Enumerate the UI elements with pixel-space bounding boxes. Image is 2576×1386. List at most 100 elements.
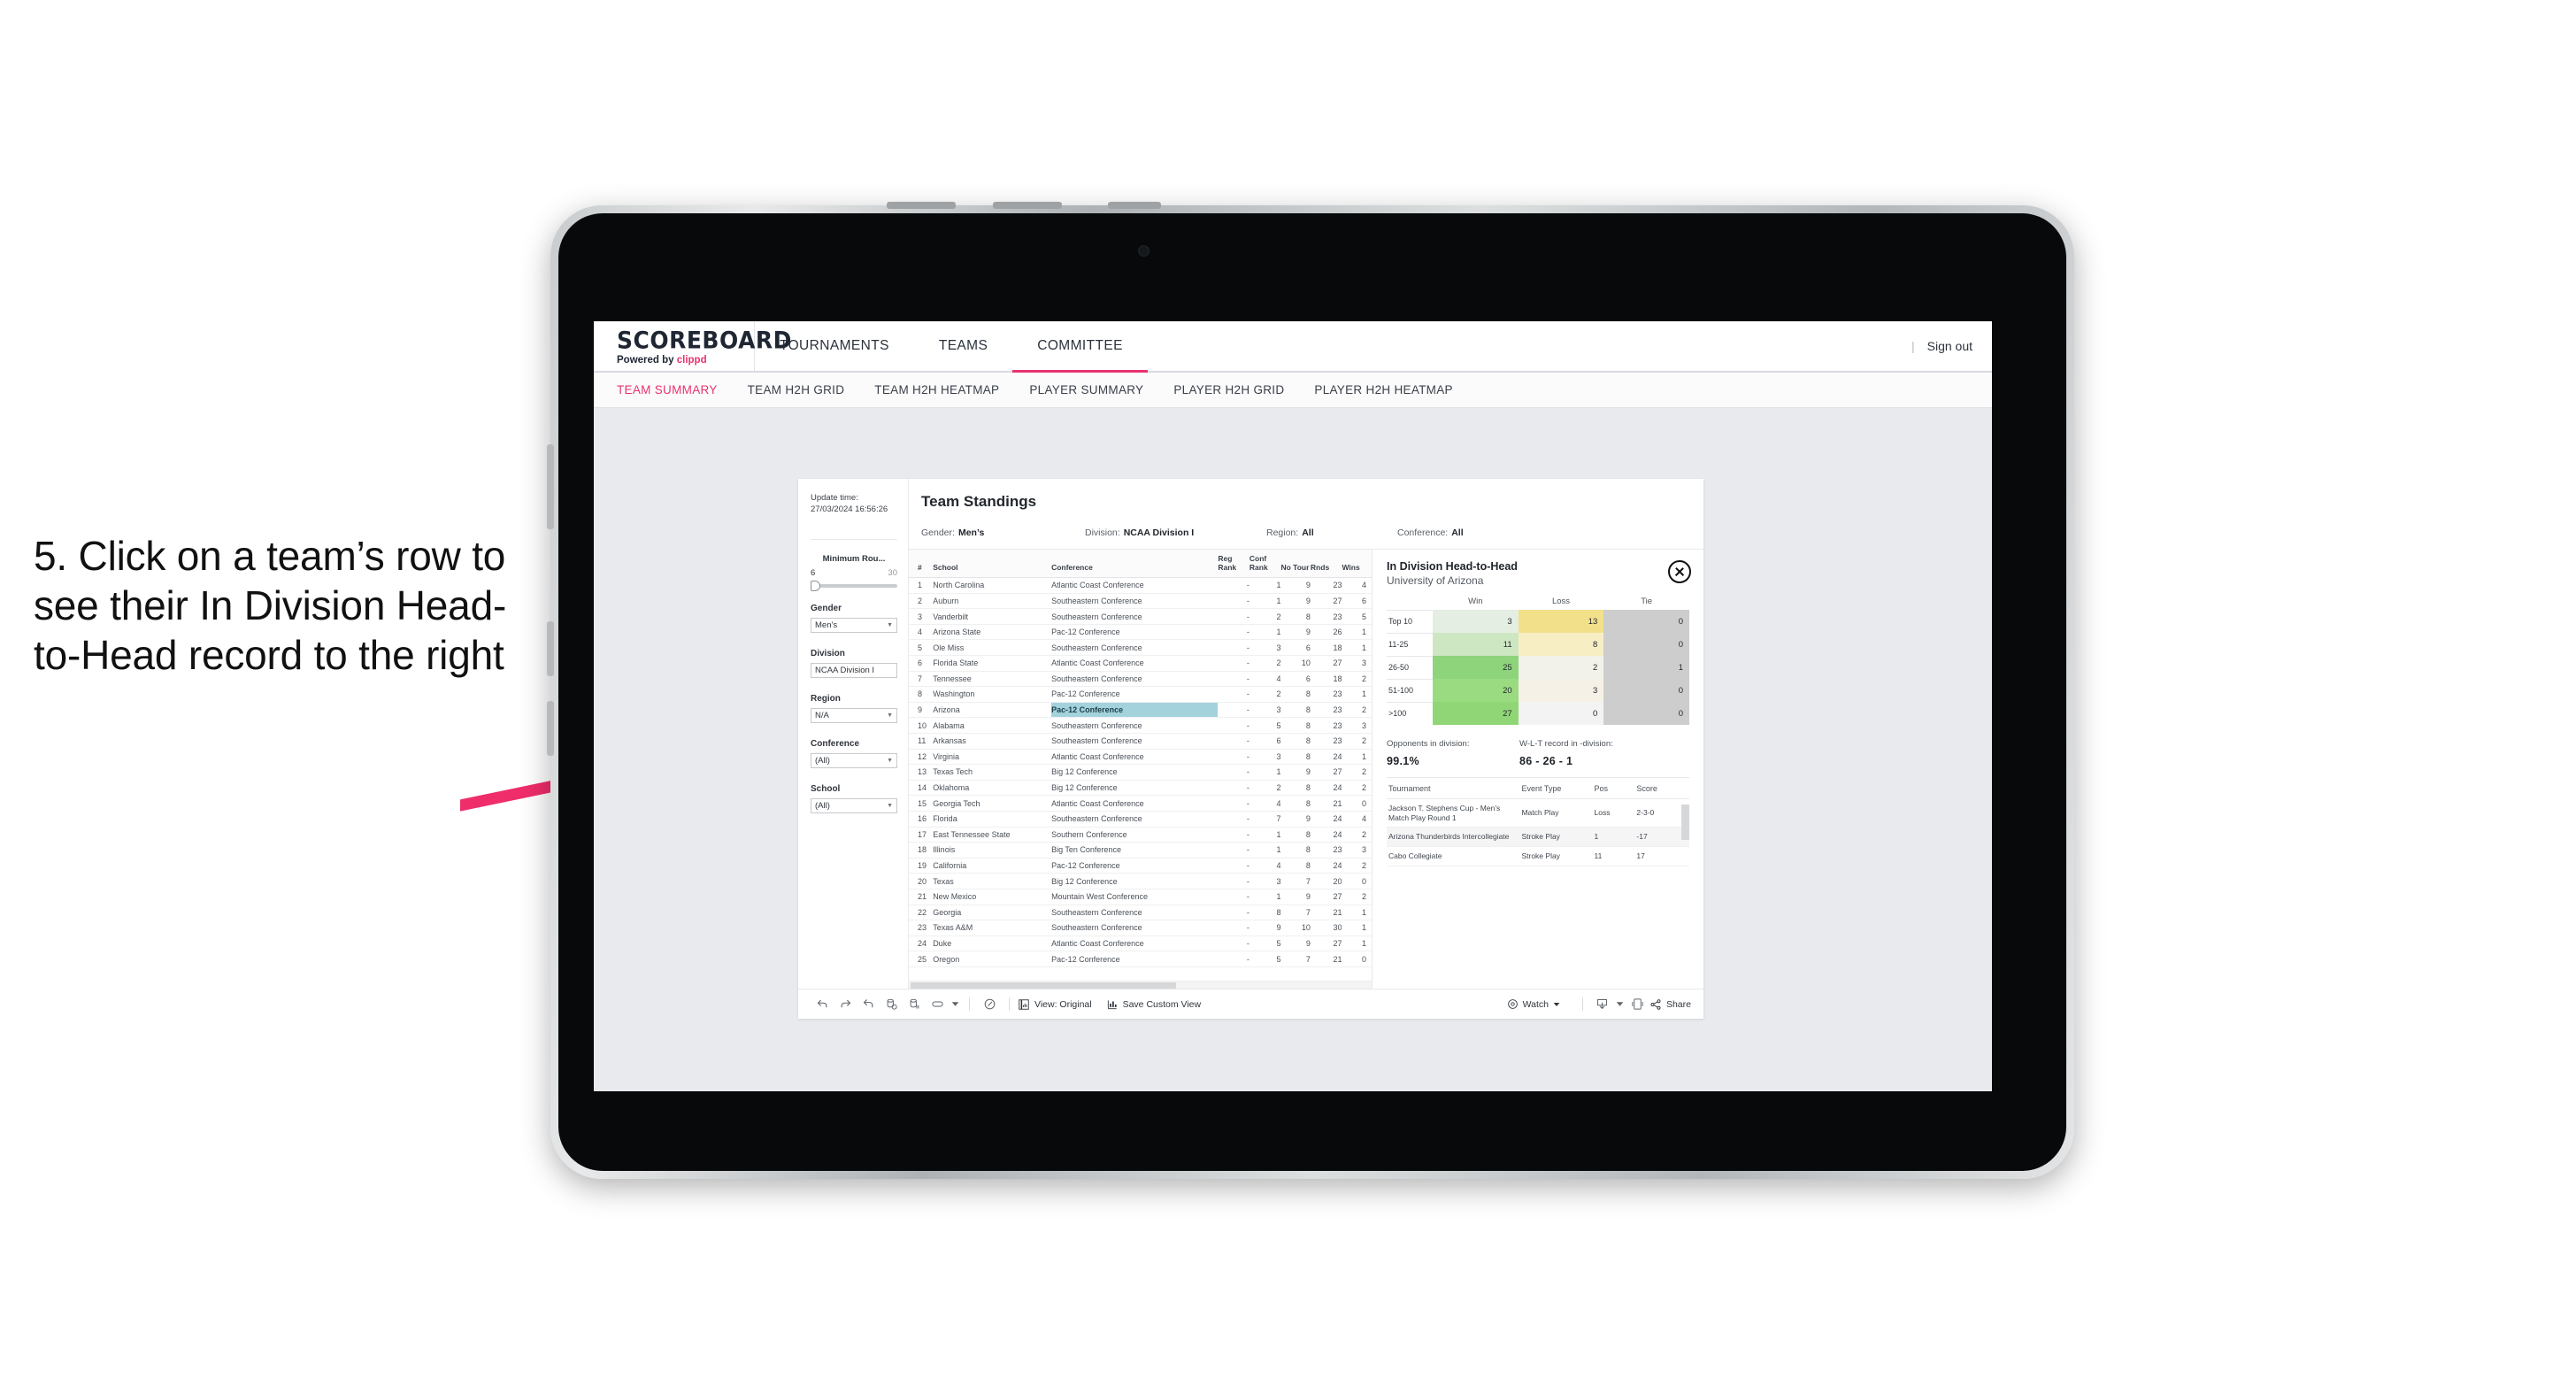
table-row[interactable]: 3 Vanderbilt Southeastern Conference -2 8 23 5: [909, 608, 1372, 625]
table-row[interactable]: 13 Texas Tech Big 12 Conference -1 9 27 2: [909, 764, 1372, 781]
table-row[interactable]: 20 Texas Big 12 Conference -3 7 20 0: [909, 873, 1372, 889]
list-item[interactable]: Cabo Collegiate Stroke Play 11 17: [1387, 846, 1689, 866]
share-button[interactable]: Share: [1649, 998, 1691, 1011]
col-school[interactable]: School: [933, 550, 1052, 579]
nav-tournaments[interactable]: TOURNAMENTS: [755, 321, 914, 371]
h2h-win-cell[interactable]: 27: [1433, 702, 1519, 725]
h2h-win-cell[interactable]: 3: [1433, 610, 1519, 633]
table-row[interactable]: 5 Ole Miss Southeastern Conference -3 6 18 1: [909, 639, 1372, 656]
h2h-loss-cell[interactable]: 3: [1518, 679, 1604, 702]
h2h-tie-cell[interactable]: 1: [1603, 656, 1689, 679]
horizontal-scrollbar[interactable]: [909, 981, 1372, 989]
h2h-win-cell[interactable]: 11: [1433, 633, 1519, 656]
slider-handle[interactable]: [811, 580, 820, 591]
col-rnds[interactable]: Rnds: [1310, 550, 1342, 579]
table-row[interactable]: 23 Texas A&M Southeastern Conference -9 10 30…: [909, 920, 1372, 936]
col-conf-rank[interactable]: Conf Rank: [1249, 550, 1281, 579]
refresh-data-icon[interactable]: [880, 993, 903, 1016]
h2h-loss-cell[interactable]: 0: [1518, 702, 1604, 725]
table-row[interactable]: 15 Georgia Tech Atlantic Coast Conference -…: [909, 795, 1372, 812]
h2h-loss-cell[interactable]: 13: [1518, 610, 1604, 633]
tab-team-h2h-heatmap[interactable]: TEAM H2H HEATMAP: [874, 383, 999, 397]
table-row[interactable]: 16 Florida Southeastern Conference -7 9 24 4: [909, 811, 1372, 828]
sign-out-link[interactable]: Sign out: [1927, 339, 1972, 353]
download-icon[interactable]: [1591, 993, 1614, 1016]
page-title: Team Standings: [921, 493, 1037, 510]
view-original-button[interactable]: View: Original: [1018, 998, 1092, 1011]
table-row[interactable]: 10 Alabama Southeastern Conference -5 8 23 3: [909, 717, 1372, 734]
school-select[interactable]: (All) ▼: [811, 797, 897, 813]
minimum-rounds-slider[interactable]: [811, 580, 897, 591]
col-conference[interactable]: Conference: [1051, 550, 1219, 579]
col-rank[interactable]: #: [909, 550, 934, 579]
standings-scroll-area[interactable]: # School Conference Reg Rank Conf Rank N…: [909, 550, 1372, 981]
table-row[interactable]: 8 Washington Pac-12 Conference -2 8 23 1: [909, 686, 1372, 703]
redo-icon[interactable]: [834, 993, 857, 1016]
meta-division: Division: NCAA Division I: [1085, 527, 1266, 538]
tab-player-h2h-heatmap[interactable]: PLAYER H2H HEATMAP: [1314, 383, 1452, 397]
tab-player-summary[interactable]: PLAYER SUMMARY: [1029, 383, 1143, 397]
table-row[interactable]: 6 Florida State Atlantic Coast Conference -…: [909, 655, 1372, 672]
table-row[interactable]: 22 Georgia Southeastern Conference -8 7 21 1: [909, 905, 1372, 921]
no-tour-cell: 9: [1280, 577, 1311, 594]
zoom-select-icon[interactable]: [926, 993, 949, 1016]
h2h-loss-cell[interactable]: 2: [1518, 656, 1604, 679]
device-layout-icon[interactable]: [1626, 993, 1649, 1016]
table-row[interactable]: 25 Oregon Pac-12 Conference -5 7 21 0: [909, 951, 1372, 967]
table-row[interactable]: 21 New Mexico Mountain West Conference -1 9 2…: [909, 889, 1372, 905]
nav-committee[interactable]: COMMITTEE: [1012, 321, 1148, 373]
table-row[interactable]: 24 Duke Atlantic Coast Conference -5 9 27 1: [909, 936, 1372, 952]
tab-team-h2h-grid[interactable]: TEAM H2H GRID: [748, 383, 845, 397]
table-row[interactable]: 17 East Tennessee State Southern Conferenc…: [909, 827, 1372, 843]
dashboard-body: Update time: 27/03/2024 16:56:26 Minimum…: [798, 479, 1703, 989]
tab-player-h2h-grid[interactable]: PLAYER H2H GRID: [1173, 383, 1284, 397]
save-custom-view-button[interactable]: Save Custom View: [1106, 998, 1201, 1011]
h2h-win-cell[interactable]: 25: [1433, 656, 1519, 679]
pause-updates-icon[interactable]: [903, 993, 926, 1016]
tournament-vertical-scrollbar[interactable]: [1681, 805, 1689, 840]
table-row[interactable]: 14 Oklahoma Big 12 Conference -2 8 24 2: [909, 780, 1372, 797]
table-row[interactable]: 18 Illinois Big Ten Conference -1 8 23 3: [909, 842, 1372, 859]
table-row[interactable]: 11 Arkansas Southeastern Conference -6 8 23 2: [909, 733, 1372, 750]
h2h-tie-cell[interactable]: 0: [1603, 702, 1689, 725]
division-select[interactable]: NCAA Division I: [811, 662, 897, 678]
watch-button[interactable]: Watch: [1507, 998, 1560, 1010]
dropdown-caret-icon[interactable]: [1614, 993, 1626, 1016]
h2h-tie-cell[interactable]: 0: [1603, 633, 1689, 656]
conference-select[interactable]: (All) ▼: [811, 752, 897, 768]
scrollbar-thumb[interactable]: [911, 982, 1176, 989]
col-wins[interactable]: Wins: [1342, 550, 1372, 579]
presentation-mode-icon[interactable]: [978, 993, 1001, 1016]
col-event-type[interactable]: Event Type: [1519, 778, 1593, 799]
col-no-tour[interactable]: No Tour: [1280, 550, 1311, 579]
table-row[interactable]: 4 Arizona State Pac-12 Conference -1 9 26 1: [909, 624, 1372, 641]
undo-icon[interactable]: [811, 993, 834, 1016]
tab-team-summary[interactable]: TEAM SUMMARY: [617, 383, 718, 397]
table-row[interactable]: 12 Virginia Atlantic Coast Conference -3 8 24…: [909, 749, 1372, 766]
table-row[interactable]: 9 Arizona Pac-12 Conference -3 8 23 2: [909, 702, 1372, 719]
col-pos[interactable]: Pos: [1592, 778, 1635, 799]
close-icon[interactable]: [1668, 560, 1691, 583]
h2h-tie-cell[interactable]: 0: [1603, 610, 1689, 633]
col-tournament[interactable]: Tournament: [1387, 778, 1520, 799]
col-score[interactable]: Score: [1634, 778, 1689, 799]
col-reg-rank[interactable]: Reg Rank: [1218, 550, 1250, 579]
dropdown-caret-icon[interactable]: [949, 993, 961, 1016]
table-row[interactable]: 2 Auburn Southeastern Conference -1 9 27 6: [909, 593, 1372, 610]
table-row[interactable]: 7 Tennessee Southeastern Conference -4 6 18 2: [909, 671, 1372, 688]
conference-cell: Atlantic Coast Conference: [1051, 795, 1219, 812]
minimum-rounds-max: 30: [888, 567, 897, 578]
school-cell: East Tennessee State: [933, 827, 1052, 843]
table-row[interactable]: 1 North Carolina Atlantic Coast Conference…: [909, 577, 1372, 594]
app-logo[interactable]: SCOREBOARD Powered by clippd: [594, 321, 791, 371]
revert-icon[interactable]: [857, 993, 880, 1016]
table-row[interactable]: 19 California Pac-12 Conference -4 8 24 2: [909, 858, 1372, 874]
list-item[interactable]: Jackson T. Stephens Cup - Men’s Match Pl…: [1387, 798, 1689, 828]
nav-teams[interactable]: TEAMS: [914, 321, 1012, 371]
h2h-tie-cell[interactable]: 0: [1603, 679, 1689, 702]
list-item[interactable]: Arizona Thunderbirds Intercollegiate Stro…: [1387, 827, 1689, 847]
h2h-loss-cell[interactable]: 8: [1518, 633, 1604, 656]
gender-select[interactable]: Men’s ▼: [811, 617, 897, 633]
h2h-win-cell[interactable]: 20: [1433, 679, 1519, 702]
region-select[interactable]: N/A ▼: [811, 707, 897, 723]
